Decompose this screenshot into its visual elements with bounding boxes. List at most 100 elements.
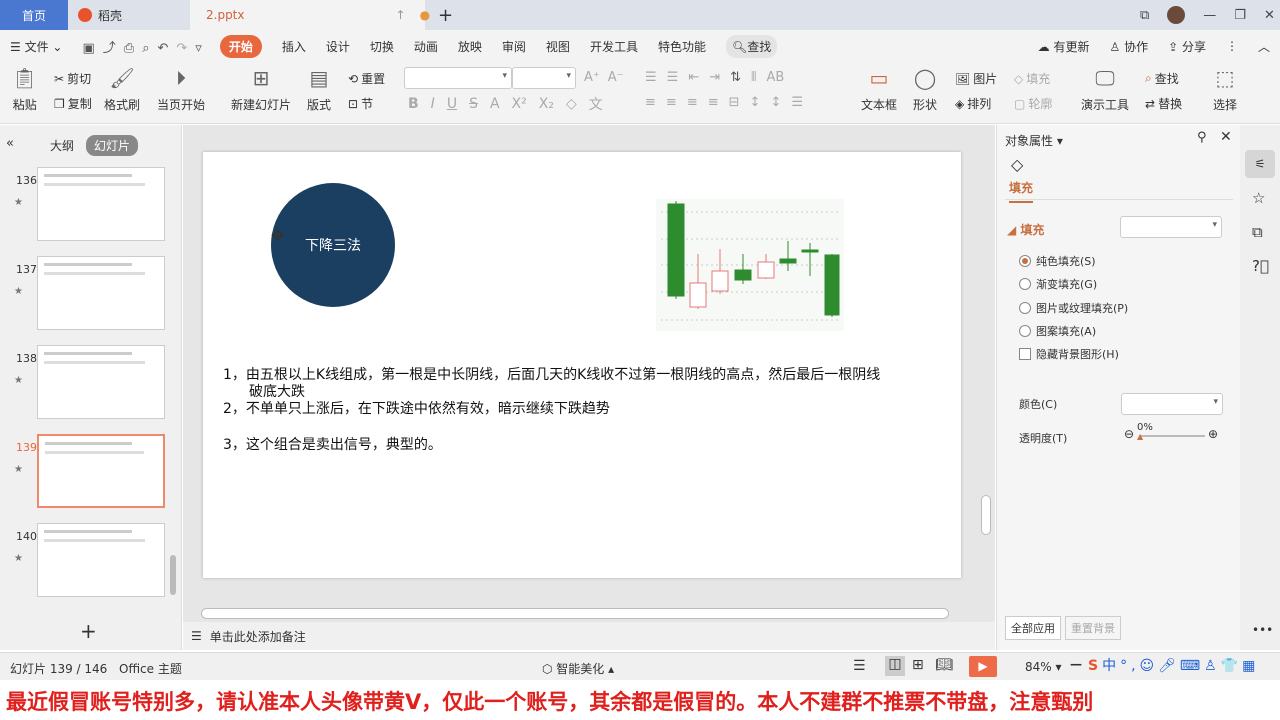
hide-background-checkbox[interactable]: 隐藏背景图形(H) [1019,346,1119,362]
para-spacing-icon[interactable]: ↕ [770,95,781,110]
undo-icon[interactable]: ↶ [157,41,176,56]
align-right-icon[interactable]: ≡ [687,95,698,110]
layout-button[interactable]: ▤ 版式 [307,66,331,113]
save-icon[interactable]: ▣ [82,41,102,56]
subscript-icon[interactable]: X₂ [539,96,554,112]
tab-design[interactable]: 设计 [326,38,350,55]
tab-developer[interactable]: 开发工具 [590,38,638,55]
panel-title[interactable]: 对象属性 ▾ [1005,132,1063,149]
collab-button[interactable]: ♙ 协作 [1110,38,1149,55]
fill-button[interactable]: ◇ 填充 [1014,70,1050,87]
grow-font-icon[interactable]: A⁺ [584,70,600,85]
horizontal-scrollbar[interactable] [201,608,949,619]
slide-text-line-2[interactable]: 2，不单单只上涨后，在下跌途中依然有效，暗示继续下跌趋势 [223,398,610,418]
notes-toggle-icon[interactable]: ☰ [853,658,866,674]
more-icon[interactable]: ⋮ [1226,39,1238,53]
candlestick-picture[interactable] [656,199,844,331]
tab-slideshow[interactable]: 放映 [458,38,482,55]
preview-icon[interactable]: ⌕ [142,41,157,56]
format-painter-button[interactable]: 🖌︎ 格式刷 [104,66,140,113]
numbering-icon[interactable]: ☰ [667,70,679,85]
reset-button[interactable]: ⟲ 重置 [348,70,385,87]
transparency-decrease-button[interactable]: ⊖ [1124,427,1134,441]
zoom-select[interactable]: 84% ▾ [1025,660,1062,674]
slide-thumbnail[interactable] [37,345,165,419]
upload-icon[interactable]: ↑ [396,8,406,22]
tab-outline[interactable]: 大纲 [50,137,74,154]
slide-thumbnail[interactable] [37,167,165,241]
sort-icon[interactable]: ⇅ [730,70,741,85]
font-size-select[interactable] [512,67,576,89]
more-options-icon[interactable]: ••• [1252,623,1273,637]
paste-button[interactable]: 📋︎ 粘贴 [12,66,37,113]
bold-icon[interactable]: B [408,96,419,112]
tab-home[interactable]: 首页 [0,0,68,30]
superscript-icon[interactable]: X² [512,96,527,112]
add-slide-button[interactable]: + [80,619,97,643]
new-slide-button[interactable]: ⊞ 新建幻灯片 [231,66,291,113]
file-menu[interactable]: ☰ 文件 ⌄ [10,38,62,55]
section-button[interactable]: ⊡ 节 [348,95,373,112]
columns-icon[interactable]: ⫴ [751,70,756,85]
text-effect-icon[interactable]: AB [767,70,785,85]
print-icon[interactable]: ⎙ [124,41,142,56]
line-spacing-icon[interactable]: ↕ [750,95,761,110]
pin-icon[interactable]: ⚲ [1197,130,1207,145]
thumbnail-scrollbar[interactable] [170,555,176,595]
animation-star-icon[interactable]: ☆ [1252,189,1265,207]
radio-solid-fill[interactable]: 纯色填充(S) [1019,253,1096,269]
picture-button[interactable]: 🖼︎ 图片 [955,70,997,87]
zoom-out-button[interactable]: — [1070,657,1082,671]
update-button[interactable]: ☁ 有更新 [1038,38,1090,55]
title-circle-shape[interactable]: 下降三法 [271,183,395,307]
eraser-icon[interactable]: ◇ [566,96,577,112]
font-color-icon[interactable]: A [490,96,500,112]
cut-button[interactable]: ✂ 剪切 [54,70,91,87]
justify-icon[interactable]: ≡ [708,95,719,110]
normal-view-icon[interactable]: ◫ [885,656,905,676]
outdent-icon[interactable]: ⇤ [688,70,699,85]
radio-gradient-fill[interactable]: 渐变填充(G) [1019,276,1097,292]
reset-background-button[interactable]: 重置背景 [1065,616,1121,640]
play-slideshow-button[interactable]: ▶ [969,656,997,677]
arrange-button[interactable]: ◈ 排列 [955,95,991,112]
color-select[interactable] [1121,393,1223,415]
slider-thumb[interactable]: ▲ [1137,432,1143,441]
find-button[interactable]: ⌕ 查找 [1145,70,1179,87]
align-left-icon[interactable]: ≡ [645,95,656,110]
transparency-increase-button[interactable]: ⊕ [1208,427,1218,441]
properties-icon[interactable]: ⚟ [1245,150,1275,178]
slide[interactable]: 下降三法 ✥ 1，由五根以上K线组成，第一根是中长阴线，后面几天的K线收不过第一… [203,152,961,578]
close-panel-icon[interactable]: ✕ [1220,129,1232,145]
transparency-slider[interactable] [1139,435,1205,437]
new-tab-button[interactable]: + [438,0,453,30]
shrink-font-icon[interactable]: A⁻ [608,70,624,85]
slide-text-line-3[interactable]: 3，这个组合是卖出信号，典型的。 [223,434,442,454]
search-button[interactable]: 🔍︎查找 [725,34,778,58]
font-family-select[interactable] [404,67,512,89]
collapse-pane-icon[interactable]: « [6,136,14,151]
multiwindow-icon[interactable]: ⧉ [1140,8,1149,23]
strike-icon[interactable]: S [469,96,478,112]
tab-slides[interactable]: 幻灯片 [86,135,139,156]
copy-button[interactable]: ❐ 复制 [54,95,92,112]
indent-icon[interactable]: ⇥ [709,70,720,85]
slide-thumbnail[interactable] [37,256,165,330]
radio-picture-fill[interactable]: 图片或纹理填充(P) [1019,300,1128,316]
italic-icon[interactable]: I [431,96,435,112]
help-icon[interactable]: ?⃝ [1252,257,1269,275]
collapse-ribbon-icon[interactable]: ︿ [1258,38,1270,55]
tab-features[interactable]: 特色功能 [658,38,706,55]
tab-animation[interactable]: 动画 [414,38,438,55]
replace-button[interactable]: ⇄ 替换 [1145,95,1182,112]
present-tools-button[interactable]: 🖵︎ 演示工具 [1081,66,1129,113]
slide-thumbnail[interactable] [37,523,165,597]
tab-document[interactable]: 2.pptx ↑ ● [190,0,430,30]
distribute-icon[interactable]: ⊟ [729,95,740,110]
tab-start[interactable]: 开始 [219,34,262,58]
restore-icon[interactable]: ❐ [1234,8,1246,23]
tab-review[interactable]: 审阅 [502,38,526,55]
tab-view[interactable]: 视图 [546,38,570,55]
customize-icon[interactable]: ▿ [195,41,210,56]
sorter-view-icon[interactable]: ⊞ [912,657,924,673]
